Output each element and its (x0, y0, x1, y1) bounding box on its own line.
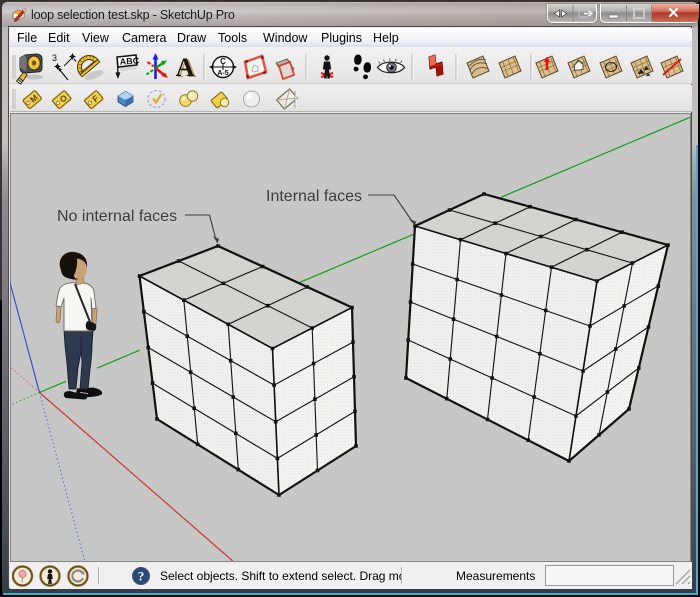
svg-text:Internal faces: Internal faces (266, 188, 362, 205)
svg-text:ABC: ABC (119, 56, 139, 67)
svg-text:3: 3 (52, 53, 57, 63)
svg-text:C: C (220, 57, 226, 66)
svg-text:No internal faces: No internal faces (57, 208, 177, 225)
svg-text:A-5: A-5 (217, 70, 228, 77)
svg-text:?: ? (138, 569, 145, 584)
svg-text:A: A (176, 53, 195, 82)
